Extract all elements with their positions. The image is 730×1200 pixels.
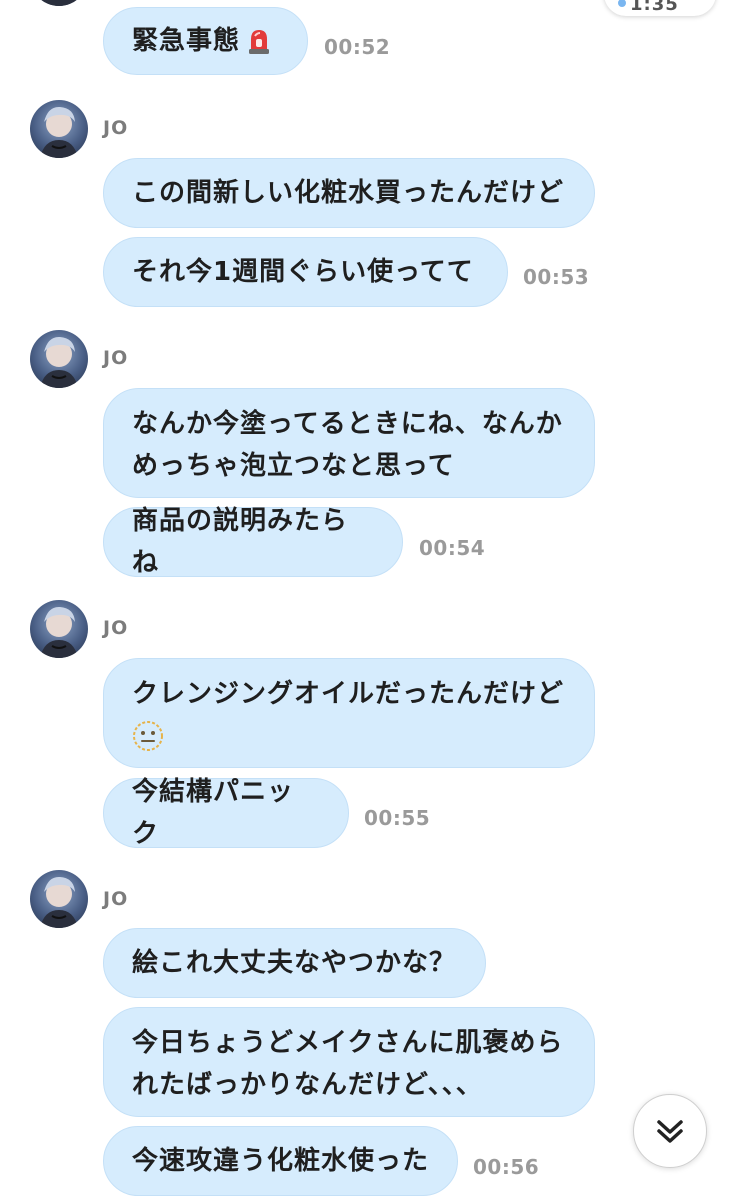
message-text: それ今1週間ぐらい使ってて [132, 257, 474, 287]
message-time: 00:54 [419, 536, 486, 560]
message-time: 00:56 [473, 1155, 540, 1179]
message-time: 00:52 [324, 35, 391, 59]
message-line [132, 715, 564, 757]
message-time: 00:53 [523, 265, 590, 289]
message-text: 今速攻違う化粧水使った [132, 1146, 430, 1176]
message-text: 絵これ大丈夫なやつかな？ [132, 948, 457, 978]
message-text: クレンジングオイルだったんだけど [132, 673, 564, 757]
message-bubble[interactable]: クレンジングオイルだったんだけど [103, 658, 595, 768]
status-dot-icon [618, 0, 626, 7]
top-chip-text: 1:35 [630, 0, 679, 15]
message-line: クレンジングオイルだったんだけど [132, 679, 565, 709]
message-text: なんか今塗ってるときにね、なんか めっちゃ泡立つなと思って [132, 403, 563, 487]
sender-name: JO [103, 888, 129, 910]
double-chevron-down-icon [657, 1120, 683, 1143]
avatar[interactable] [30, 100, 88, 158]
scroll-to-bottom-button[interactable] [633, 1094, 707, 1168]
sender-name: JO [103, 347, 129, 369]
message-time: 00:55 [364, 806, 431, 830]
message-bubble[interactable]: それ今1週間ぐらい使ってて [103, 237, 508, 307]
message-bubble[interactable]: なんか今塗ってるときにね、なんか めっちゃ泡立つなと思って [103, 388, 595, 498]
message-text: 商品の説明みたらね [132, 506, 349, 578]
message-bubble[interactable]: 今速攻違う化粧水使った [103, 1126, 458, 1196]
message-bubble[interactable]: この間新しい化粧水買ったんだけど [103, 158, 595, 228]
message-bubble[interactable]: 商品の説明みたらね [103, 506, 403, 578]
message-line: 今日ちょうどメイクさんに肌褒めら [132, 1028, 564, 1058]
avatar[interactable] [30, 870, 88, 928]
avatar[interactable] [30, 0, 88, 6]
avatar[interactable] [30, 600, 88, 658]
neutral-face-icon [133, 721, 163, 751]
message-text: 緊急事態 [132, 26, 241, 56]
message-bubble[interactable]: 絵これ大丈夫なやつかな？ [103, 928, 486, 998]
police-light-icon [249, 30, 270, 54]
message-text: 今結構パニック [132, 777, 295, 849]
message-bubble[interactable]: 今日ちょうどメイクさんに肌褒めら れたばっかりなんだけど、、、 [103, 1007, 595, 1117]
message-text: この間新しい化粧水買ったんだけど [132, 178, 565, 208]
sender-name: JO [103, 617, 129, 639]
top-status-chip[interactable]: 1:35 [604, 0, 716, 16]
avatar[interactable] [30, 330, 88, 388]
message-bubble[interactable]: 緊急事態 [103, 7, 308, 75]
message-bubble[interactable]: 今結構パニック [103, 777, 349, 849]
message-line: れたばっかりなんだけど、、、 [132, 1070, 483, 1100]
message-text: 今日ちょうどメイクさんに肌褒めら れたばっかりなんだけど、、、 [132, 1022, 563, 1106]
message-line: めっちゃ泡立つなと思って [132, 451, 455, 481]
chat-view: 1:35 緊急事態 00:52 JO この間新しい化粧水買ったんだけど それ今1… [0, 0, 730, 1200]
sender-name: JO [103, 117, 129, 139]
message-line: なんか今塗ってるときにね、なんか [132, 409, 563, 439]
